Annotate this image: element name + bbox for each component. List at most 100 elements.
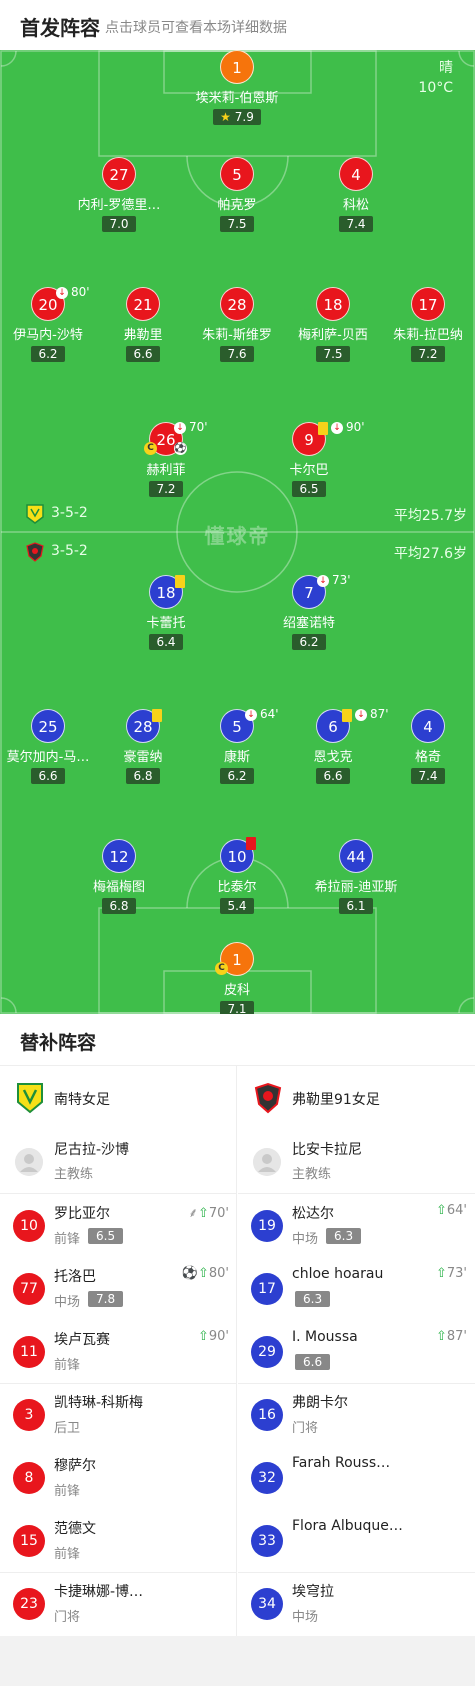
home-player-5[interactable]: 5 帕克罗 7.5 (182, 157, 292, 232)
home-sub-row[interactable]: 23 卡捷琳娜-博… 门将 (0, 1572, 237, 1635)
away-sub-row[interactable]: 17 chloe hoarau 6.3 ⇧73' (238, 1257, 475, 1320)
sub-rating: 6.5 (88, 1228, 124, 1244)
sub-name: I. Moussa (292, 1329, 358, 1345)
home-sub-row[interactable]: 3 凯特琳-科斯梅 后卫 (0, 1383, 237, 1446)
sub-in-icon: ⇧ (435, 1266, 447, 1281)
home-player-1[interactable]: 1 埃米莉-伯恩斯 ★ 7.9 (182, 50, 292, 125)
player-rating: 6.4 (149, 634, 183, 650)
subs-panel: 南特女足 尼古拉-沙博 主教练 10 罗比亚尔 前锋 6.5 ⸙⇧70' 77 … (0, 1066, 475, 1636)
home-avg-age: 平均25.7岁 (393, 508, 467, 524)
fleury-logo-icon (254, 1082, 282, 1114)
sub-position: 中场 (292, 1610, 319, 1625)
sub-info: ⇧90' (198, 1329, 229, 1344)
away-subs-column: 弗勒里91女足 比安卡拉尼 主教练 19 松达尔 中场 6.3 ⇧64' 17 … (238, 1066, 475, 1636)
sub-name: 弗朗卡尔 (292, 1395, 348, 1411)
fleury-logo-icon (26, 542, 44, 562)
sub-in-icon: ⇧ (197, 1206, 209, 1221)
sub-in-minute: 90' (208, 1329, 229, 1344)
sub-name: 埃穹拉 (292, 1584, 334, 1600)
home-player-28[interactable]: 28 朱莉-斯维罗 7.6 (182, 287, 292, 362)
sub-out-icon: ↓ (331, 422, 343, 434)
player-number: 44 (339, 839, 373, 873)
player-name: 卡尔巴 (289, 463, 329, 478)
away-player-6[interactable]: 6 ↓ 87' 恩戈克 6.6 (278, 707, 389, 784)
subs-header: 替补阵容 (0, 1014, 475, 1066)
player-name: 朱莉-斯维罗 (202, 328, 272, 343)
player-name: 卡蕾托 (146, 616, 186, 631)
player-rating: 6.5 (292, 481, 326, 497)
away-sub-row[interactable]: 32 Farah Rouss… (238, 1446, 475, 1509)
player-rating: 6.8 (126, 768, 160, 784)
home-sub-row[interactable]: 15 范德文 前锋 (0, 1509, 237, 1572)
sub-minute: 80' (71, 285, 90, 299)
player-rating: 7.2 (149, 481, 183, 497)
yellow-card-icon (318, 422, 328, 435)
away-player-12[interactable]: 12 梅福梅图 6.8 (64, 839, 174, 914)
sub-name: 松达尔 (292, 1206, 334, 1222)
player-number: 17 (411, 287, 445, 321)
away-player-7[interactable]: 7 ↓ 73' 绍塞诺特 6.2 (254, 573, 364, 650)
captain-badge: C (144, 442, 157, 455)
sub-name: 埃卢瓦赛 (54, 1332, 110, 1348)
home-player-4[interactable]: 4 科松 7.4 (301, 157, 411, 232)
away-sub-row[interactable]: 34 埃穹拉 中场 (238, 1572, 475, 1635)
home-player-9[interactable]: 9 ↓ 90' 卡尔巴 6.5 (254, 420, 365, 497)
sub-name: 卡捷琳娜-博… (54, 1584, 144, 1600)
away-formation: 3-5-2 (51, 543, 88, 559)
home-team-name: 南特女足 (54, 1092, 110, 1108)
home-player-17[interactable]: 17 朱莉-拉巴纳 7.2 (373, 287, 475, 362)
home-formation: 3-5-2 (51, 505, 88, 521)
home-sub-row[interactable]: 11 埃卢瓦赛 前锋 ⇧90' (0, 1320, 237, 1383)
away-player-4[interactable]: 4 格奇 7.4 (373, 709, 475, 784)
goal-ball-icon: ⚽ (174, 442, 187, 455)
sub-in-minute: 64' (446, 1203, 467, 1218)
player-name: 赫利菲 (146, 463, 186, 478)
sub-position: 门将 (292, 1421, 319, 1436)
away-player-10[interactable]: 10 比泰尔 5.4 (182, 837, 292, 914)
sub-position: 门将 (54, 1610, 81, 1625)
away-sub-row[interactable]: 33 Flora Albuque… (238, 1509, 475, 1572)
player-rating: 6.2 (220, 768, 254, 784)
player-rating: 6.1 (339, 898, 373, 914)
home-coach-row[interactable]: 尼古拉-沙博 主教练 (0, 1130, 237, 1194)
lineup-hint: 点击球员可查看本场详细数据 (105, 20, 287, 36)
sub-in-icon: ⇧ (435, 1203, 447, 1218)
away-player-1[interactable]: 1 C 皮科 7.1 (182, 942, 292, 1014)
sub-number: 10 (13, 1210, 45, 1242)
home-sub-row[interactable]: 10 罗比亚尔 前锋 6.5 ⸙⇧70' (0, 1194, 237, 1257)
away-avg-age: 平均27.6岁 (393, 546, 467, 562)
player-rating: 7.1 (220, 1001, 254, 1014)
home-player-26[interactable]: 26 ↓ 70' C ⚽ 赫利菲 7.2 (111, 420, 221, 497)
away-sub-row[interactable]: 29 I. Moussa 6.6 ⇧87' (238, 1320, 475, 1383)
sub-out-icon: ↓ (317, 575, 329, 587)
player-rating: 7.5 (220, 216, 254, 232)
player-rating: 6.2 (292, 634, 326, 650)
home-sub-row[interactable]: 77 托洛巴 中场 7.8 ⚽⇧80' (0, 1257, 237, 1320)
home-sub-row[interactable]: 8 穆萨尔 前锋 (0, 1446, 237, 1509)
sub-minute: 90' (346, 420, 365, 434)
sub-in-icon: ⇧ (197, 1266, 209, 1281)
yellow-card-icon (342, 709, 352, 722)
player-name: 帕克罗 (217, 198, 257, 213)
away-player-5[interactable]: 5 ↓ 64' 康斯 6.2 (182, 707, 292, 784)
coach-name: 尼古拉-沙博 (54, 1142, 130, 1158)
sub-number: 34 (251, 1588, 283, 1620)
player-number: 12 (102, 839, 136, 873)
sub-in-minute: 73' (446, 1266, 467, 1281)
away-player-18[interactable]: 18 卡蕾托 6.4 (111, 575, 221, 650)
sub-name: 穆萨尔 (54, 1458, 96, 1474)
away-sub-row[interactable]: 19 松达尔 中场 6.3 ⇧64' (238, 1194, 475, 1257)
away-sub-row[interactable]: 16 弗朗卡尔 门将 (238, 1383, 475, 1446)
home-player-18[interactable]: 18 梅利萨-贝西 7.5 (278, 287, 388, 362)
home-player-27[interactable]: 27 内利-罗德里… 7.0 (64, 157, 174, 232)
sub-minute: 73' (332, 573, 351, 587)
sub-name: 范德文 (54, 1521, 96, 1537)
sub-number: 16 (251, 1399, 283, 1431)
away-team-row: 弗勒里91女足 (238, 1066, 475, 1130)
away-player-44[interactable]: 44 希拉丽-迪亚斯 6.1 (301, 839, 411, 914)
away-coach-row[interactable]: 比安卡拉尼 主教练 (238, 1130, 475, 1194)
player-rating: 6.6 (31, 768, 65, 784)
player-rating: 6.2 (31, 346, 65, 362)
sub-name: Flora Albuque… (292, 1518, 403, 1534)
player-rating: 7.4 (411, 768, 445, 784)
